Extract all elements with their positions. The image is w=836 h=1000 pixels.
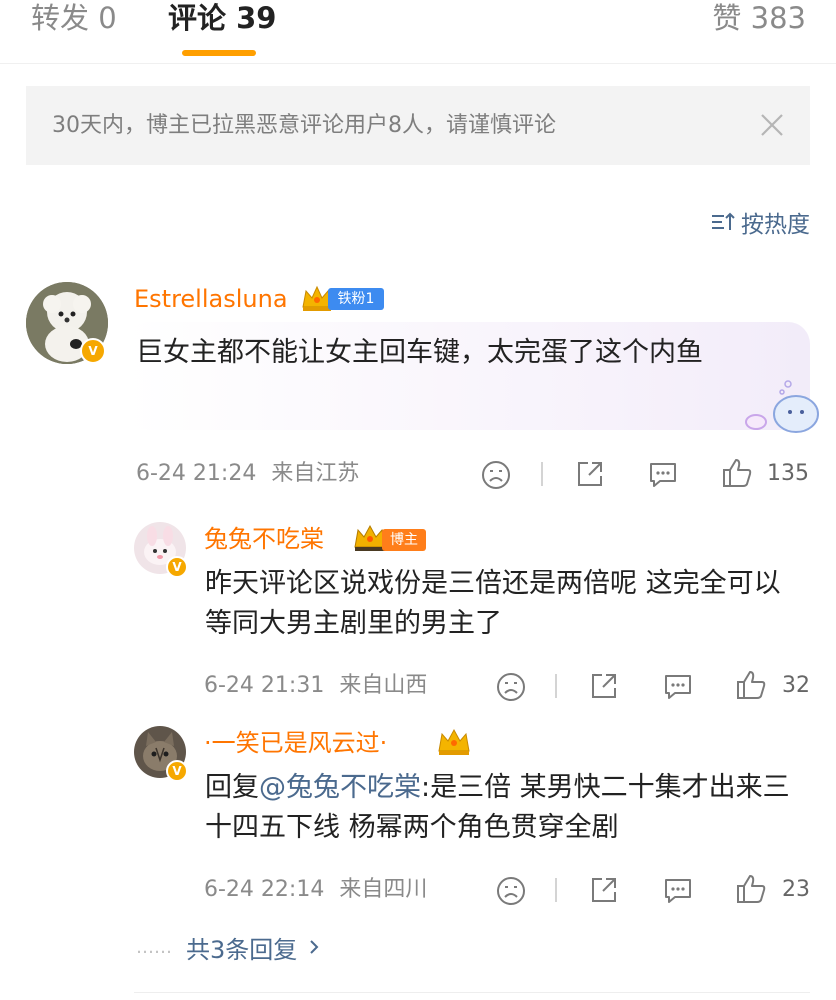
comment-username[interactable]: Estrellasluna: [134, 284, 288, 314]
comment-time: 6-24 21:24: [136, 461, 257, 486]
like-thumb-icon[interactable]: [734, 872, 768, 906]
reply-username[interactable]: ·一笑已是风云过·: [204, 728, 387, 758]
close-icon[interactable]: [758, 108, 786, 142]
comment-icon[interactable]: [661, 670, 695, 702]
tab-likes[interactable]: 赞 383: [712, 0, 806, 36]
notice-text: 30天内，博主已拉黑恶意评论用户8人，请谨慎评论: [52, 113, 556, 138]
tab-repost[interactable]: 转发 0: [31, 0, 117, 36]
action-separator: [541, 462, 543, 486]
reply-text: 昨天评论区说戏份是三倍还是两倍呢 这完全可以等同大男主剧里的男主了: [205, 568, 781, 639]
reply-time: 6-24 21:31: [204, 673, 325, 698]
like-thumb-icon[interactable]: [734, 668, 768, 702]
tab-comments[interactable]: 评论 39: [168, 0, 276, 36]
like-thumb-icon[interactable]: [720, 456, 754, 490]
reply-location: 来自山西: [339, 673, 428, 698]
blogger-badge: 博主: [382, 529, 426, 551]
more-replies-link[interactable]: …… 共3条回复: [136, 930, 325, 964]
comment-timestamp: 6-24 21:24 来自江苏: [136, 460, 359, 488]
verified-badge-icon: V: [166, 556, 188, 578]
share-icon[interactable]: [574, 458, 606, 490]
share-icon[interactable]: [588, 874, 620, 906]
reply-time: 6-24 22:14: [204, 877, 325, 902]
reply-text: 回复@兔兔不吃棠:是三倍 某男快二十集才出来三十四五下线 杨幂两个角色贯穿全剧: [205, 768, 805, 848]
active-tab-indicator: [182, 50, 256, 56]
like-count: 32: [782, 673, 810, 698]
reply-location: 来自四川: [339, 877, 428, 902]
dislike-face-icon[interactable]: [495, 671, 527, 703]
tab-bar: 转发 0 评论 39 赞 383: [0, 0, 836, 64]
more-replies-label: 共3条回复: [186, 935, 298, 964]
fan-level-label: 铁粉1: [337, 291, 375, 307]
reply-timestamp: 6-24 21:31 来自山西: [204, 672, 427, 700]
comment-location: 来自江苏: [271, 461, 360, 486]
fan-level-badge: 铁粉1: [328, 288, 384, 310]
mention-link[interactable]: @兔兔不吃棠: [259, 772, 421, 803]
action-separator: [555, 674, 557, 698]
comment-icon[interactable]: [661, 874, 695, 906]
action-separator: [555, 878, 557, 902]
dislike-face-icon[interactable]: [495, 875, 527, 907]
share-icon[interactable]: [588, 670, 620, 702]
reply-username[interactable]: 兔兔不吃棠: [204, 524, 324, 554]
sort-icon: [712, 212, 735, 230]
crown-fan-icon: [438, 728, 470, 755]
dislike-face-icon[interactable]: [480, 459, 512, 491]
verified-badge-icon: V: [80, 338, 106, 364]
verified-badge-icon: V: [166, 760, 188, 782]
comment-text: 巨女主都不能让女主回车键，太完蛋了这个内鱼: [136, 337, 703, 368]
bubble-mascot-icon: [745, 380, 819, 433]
chevron-right-icon: [310, 940, 319, 954]
reply-prefix: 回复: [205, 772, 259, 803]
sort-by-hot-button[interactable]: 按热度: [710, 206, 810, 238]
blogger-label: 博主: [390, 532, 418, 548]
like-count: 135: [767, 461, 809, 486]
bottom-divider: [134, 992, 810, 993]
reply-timestamp: 6-24 22:14 来自四川: [204, 876, 427, 904]
sort-label: 按热度: [741, 212, 810, 238]
comment-icon[interactable]: [646, 458, 680, 490]
like-count: 23: [782, 877, 810, 902]
blocked-users-notice: 30天内，博主已拉黑恶意评论用户8人，请谨慎评论: [26, 86, 810, 165]
more-replies-dots: ……: [136, 936, 172, 958]
